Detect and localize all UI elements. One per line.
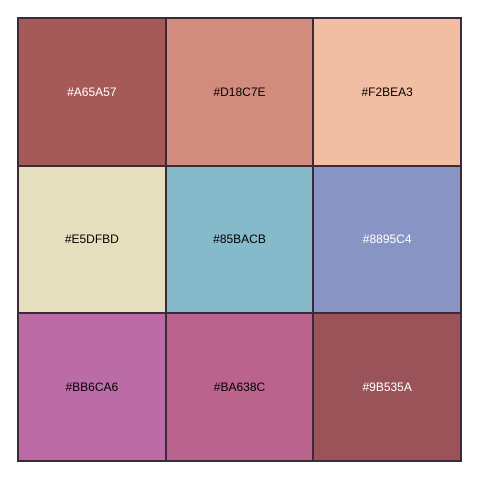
color-palette-grid: #A65A57 #D18C7E #F2BEA3 #E5DFBD #85BACB … — [17, 17, 462, 462]
swatch-hex-label: #9B535A — [362, 380, 412, 395]
color-swatch: #D18C7E — [165, 18, 314, 166]
swatch-hex-label: #8895C4 — [362, 232, 412, 247]
color-swatch: #E5DFBD — [18, 165, 166, 314]
swatch-hex-label: #BB6CA6 — [65, 380, 119, 395]
swatch-hex-label: #E5DFBD — [64, 232, 119, 247]
swatch-hex-label: #85BACB — [213, 232, 266, 247]
color-swatch: #A65A57 — [18, 18, 166, 166]
swatch-hex-label: #F2BEA3 — [361, 84, 413, 99]
color-swatch: #F2BEA3 — [313, 18, 461, 166]
swatch-hex-label: #A65A57 — [67, 84, 117, 99]
color-swatch: #9B535A — [313, 313, 461, 461]
color-swatch: #BB6CA6 — [18, 313, 166, 461]
color-swatch: #8895C4 — [313, 165, 461, 314]
swatch-hex-label: #D18C7E — [213, 84, 266, 99]
color-swatch: #BA638C — [165, 313, 314, 461]
swatch-hex-label: #BA638C — [213, 380, 266, 395]
color-swatch: #85BACB — [165, 165, 314, 314]
